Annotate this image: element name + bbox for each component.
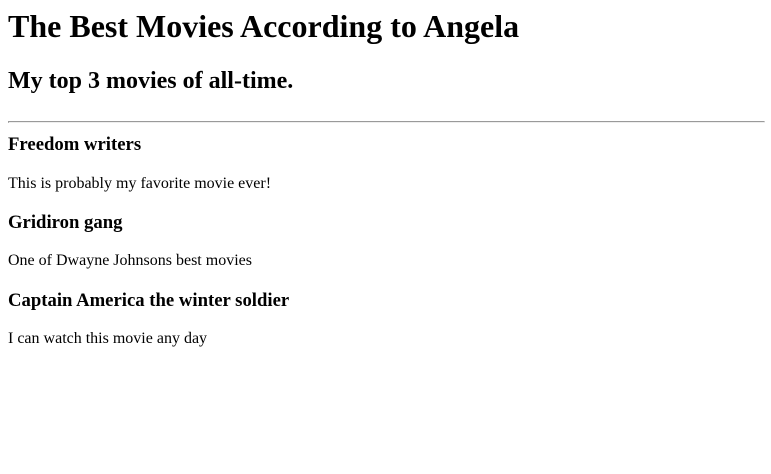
page-subtitle: My top 3 movies of all-time. <box>8 68 294 94</box>
movie-title-freedom-writers: Freedom writers <box>8 134 142 155</box>
movie-description-gridiron-gang: One of Dwayne Johnsons best movies <box>8 252 252 269</box>
movie-description-captain-america: I can watch this movie any day <box>8 330 208 347</box>
page-title: The Best Movies According to Angela <box>8 8 520 44</box>
divider <box>8 121 765 123</box>
page: The Best Movies According to Angela My t… <box>0 0 771 474</box>
movie-title-gridiron-gang: Gridiron gang <box>8 212 123 233</box>
movie-title-captain-america: Captain America the winter soldier <box>8 290 290 311</box>
movie-description-freedom-writers: This is probably my favorite movie ever! <box>8 175 272 192</box>
